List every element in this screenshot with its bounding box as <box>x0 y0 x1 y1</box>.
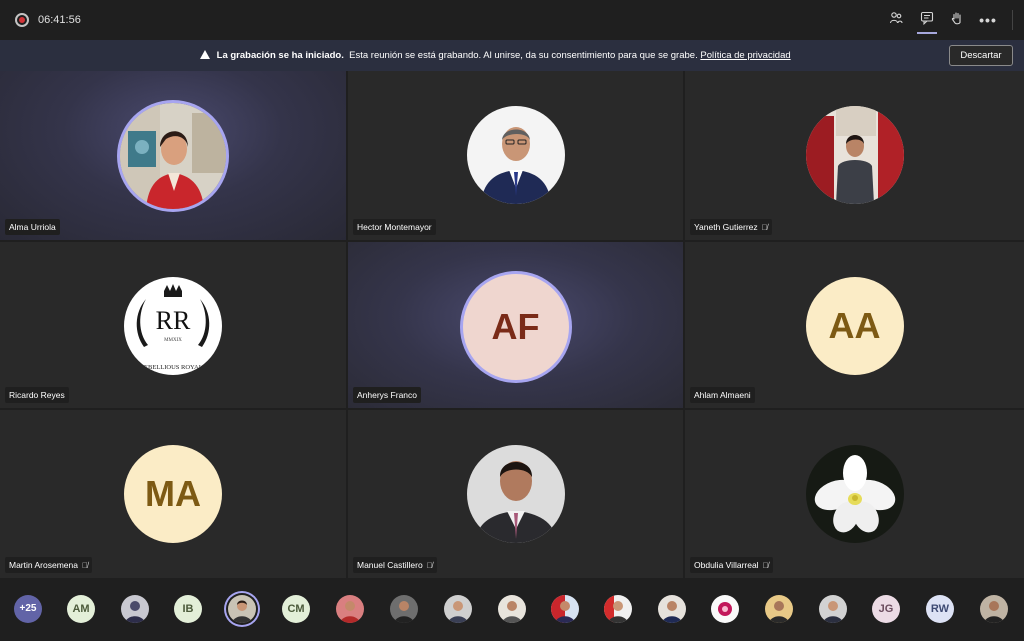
chat-active-indicator <box>917 32 937 34</box>
participant-strip: +25 AM IB CM JG RW <box>0 578 1024 641</box>
participants-icon[interactable] <box>886 10 906 30</box>
participant-photo <box>805 106 904 204</box>
participant-tile[interactable]: AF Anherys Franco <box>348 242 683 408</box>
banner-message: Esta reunión se está grabando. Al unirse… <box>349 50 698 61</box>
participant-initials: AF <box>491 306 540 347</box>
participant-grid: Alma Urriola Hector Montemayor Yaneth Gu… <box>0 71 1024 578</box>
participant-chip[interactable] <box>390 595 418 623</box>
meeting-toolbar: 06:41:56 ••• <box>0 0 1024 40</box>
participant-tile[interactable]: RR MMXIX REBELLIOUS ROYALS Ricardo Reyes <box>0 242 346 408</box>
participant-initials: MA <box>145 473 201 514</box>
participant-photo <box>466 445 565 543</box>
participant-name: Alma Urriola <box>5 219 60 235</box>
dismiss-button[interactable]: Descartar <box>949 45 1013 66</box>
participant-tile[interactable]: MA Martin Arosemena 🎙̸ <box>0 410 346 578</box>
participant-chip[interactable] <box>980 595 1008 623</box>
participant-name: Anherys Franco <box>353 387 421 403</box>
participant-name: Obdulia Villarreal 🎙̸ <box>690 557 773 573</box>
participant-chip[interactable] <box>336 595 364 623</box>
more-participants-button[interactable]: +25 <box>14 595 42 623</box>
participant-chip[interactable]: IB <box>174 595 202 623</box>
participant-chip[interactable]: JG <box>872 595 900 623</box>
logo-caption: REBELLIOUS ROYALS <box>140 364 207 371</box>
participant-tile[interactable]: AA Ahlam Almaeni <box>685 242 1024 408</box>
participant-photo <box>120 103 226 209</box>
participant-logo: RR MMXIX REBELLIOUS ROYALS <box>124 277 222 375</box>
mic-off-icon: 🎙̸ <box>761 223 768 232</box>
mic-off-icon: 🎙̸ <box>426 561 433 570</box>
raise-hand-icon[interactable] <box>947 10 967 30</box>
participant-tile[interactable]: Alma Urriola <box>0 71 346 240</box>
recording-banner: La grabación se ha iniciado. Esta reunió… <box>0 40 1024 71</box>
participant-avatar: MA <box>124 445 222 543</box>
participant-chip[interactable] <box>551 595 579 623</box>
participant-chip[interactable] <box>604 595 632 623</box>
participant-chip[interactable]: CM <box>282 595 310 623</box>
participant-chip[interactable] <box>121 595 149 623</box>
participant-name: Yaneth Gutierrez 🎙̸ <box>690 219 772 235</box>
participant-name: Ricardo Reyes <box>5 387 69 403</box>
recording-icon <box>15 13 29 27</box>
participant-chip[interactable] <box>819 595 847 623</box>
participant-avatar: AA <box>805 277 904 375</box>
toolbar-divider <box>1012 10 1013 30</box>
participant-chip-selected[interactable] <box>228 595 256 623</box>
participant-name: Ahlam Almaeni <box>690 387 755 403</box>
participant-initials: AA <box>828 305 881 346</box>
participant-tile[interactable]: Hector Montemayor <box>348 71 683 240</box>
participant-chip[interactable] <box>765 595 793 623</box>
participant-tile[interactable]: Obdulia Villarreal 🎙̸ <box>685 410 1024 578</box>
participant-chip[interactable] <box>711 595 739 623</box>
participant-chip[interactable]: AM <box>67 595 95 623</box>
more-options-icon[interactable]: ••• <box>978 10 998 30</box>
banner-text: La grabación se ha iniciado. Esta reunió… <box>200 50 791 61</box>
mic-off-icon: 🎙̸ <box>81 561 88 570</box>
warning-icon <box>200 50 210 59</box>
participant-name: Manuel Castillero 🎙̸ <box>353 557 437 573</box>
participant-tile[interactable]: Yaneth Gutierrez 🎙̸ <box>685 71 1024 240</box>
mic-off-icon: 🎙̸ <box>762 561 769 570</box>
participant-tile[interactable]: Manuel Castillero 🎙̸ <box>348 410 683 578</box>
participant-avatar: AF <box>462 274 569 380</box>
participant-name: Hector Montemayor <box>353 219 436 235</box>
participant-chip[interactable] <box>444 595 472 623</box>
participant-photo <box>466 106 565 204</box>
logo-year: MMXIX <box>164 338 182 343</box>
participant-chip[interactable]: RW <box>926 595 954 623</box>
chat-icon[interactable] <box>917 10 937 30</box>
meeting-timer: 06:41:56 <box>38 14 81 26</box>
participant-chip[interactable] <box>498 595 526 623</box>
participant-photo <box>805 445 904 543</box>
banner-title: La grabación se ha iniciado. <box>216 50 344 61</box>
privacy-policy-link[interactable]: Política de privacidad <box>700 50 790 61</box>
logo-monogram: RR <box>156 306 191 335</box>
participant-chip[interactable] <box>658 595 686 623</box>
participant-name: Martin Arosemena 🎙̸ <box>5 557 92 573</box>
